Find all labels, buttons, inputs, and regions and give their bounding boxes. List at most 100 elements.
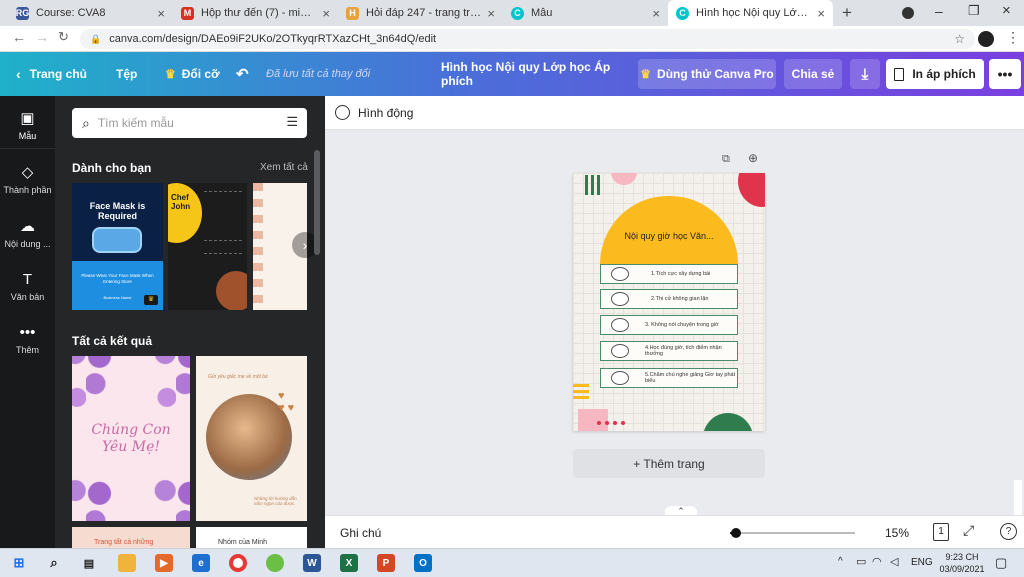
excel-icon[interactable]: X [340, 554, 358, 572]
tab-mau[interactable]: C Mẫu × [503, 0, 668, 26]
rule-item: 5.Chăm chú nghe giảng Giơ tay phát biểu [600, 368, 738, 388]
chrome-icon[interactable] [229, 554, 247, 572]
tray-up-icon[interactable]: ^ [838, 556, 843, 567]
heart-icon: ♥ ♥ ♥ [278, 390, 295, 414]
minimize-icon[interactable]: – [935, 3, 943, 19]
fullscreen-icon[interactable]: ⤢ [963, 522, 974, 539]
rail-label: Thành phần [3, 185, 52, 195]
undo-icon[interactable]: ↶ [236, 52, 249, 96]
template-card-mother[interactable]: Chúng Con Yêu Mẹ! [72, 356, 190, 521]
help-icon[interactable]: ? [1000, 523, 1017, 540]
duplicate-page-icon[interactable]: ⧉ [722, 153, 730, 166]
language-indicator[interactable]: ENG [911, 557, 933, 568]
student-face-icon [611, 292, 629, 306]
rail-uploads[interactable]: ☁ Nội dung ... [0, 218, 55, 249]
task-view-icon[interactable]: ▤ [80, 554, 98, 572]
bottom-bar: Ghi chú 15% 1 ⤢ ? [325, 515, 1024, 548]
download-icon[interactable]: ⤓ [850, 59, 880, 89]
back-icon[interactable]: ← [12, 29, 26, 45]
network-icon[interactable]: ▭ [856, 555, 866, 568]
rail-elements[interactable]: ◇ Thành phần [0, 164, 55, 195]
rail-templates[interactable]: ▣ Mẫu [0, 110, 55, 141]
url-field[interactable]: 🔒 canva.com/design/DAEo9iF2UKo/2OTkyqrRT… [80, 29, 975, 49]
try-pro-button[interactable]: ♛ Dùng thử Canva Pro [638, 59, 776, 89]
resize-button[interactable]: ♛ Đổi cỡ [165, 52, 220, 96]
close-tab-icon[interactable]: × [817, 6, 825, 21]
save-status: Đã lưu tất cả thay đổi [266, 68, 371, 80]
close-tab-icon[interactable]: × [157, 6, 165, 21]
forward-icon[interactable]: → [35, 29, 49, 45]
page-count[interactable]: 1 [933, 523, 949, 541]
tab-course[interactable]: RG Course: CVA8 × [8, 0, 173, 26]
panel-scrollbar[interactable] [314, 150, 320, 255]
template-card-chef-menu[interactable]: Chef John [168, 183, 247, 310]
bookmark-star-icon[interactable]: ☆ [954, 32, 965, 46]
windows-start-icon[interactable]: ⊞ [10, 554, 28, 572]
print-poster-button[interactable]: In áp phích [886, 59, 984, 89]
editor-header: ‹ Trang chủ Tệp ♛ Đổi cỡ ↶ Đã lưu tất cả… [0, 52, 1024, 96]
reload-icon[interactable]: ↻ [58, 29, 69, 45]
template-search-input[interactable]: ⌕ Tìm kiếm mẫu ☰ [72, 108, 307, 138]
canva-favicon-icon: C [511, 6, 524, 20]
volume-icon[interactable]: ◁ [890, 555, 898, 568]
zoom-slider-handle[interactable] [731, 528, 742, 538]
edge-icon[interactable]: e [192, 554, 210, 572]
filter-icon[interactable]: ☰ [286, 114, 298, 130]
template-card-baby[interactable]: Gửi yêu giấc mẹ về một bé ♥ ♥ ♥ Những lời… [196, 356, 307, 521]
search-icon[interactable]: ⌕ [45, 554, 63, 572]
file-explorer-icon[interactable] [118, 554, 136, 572]
app-icon[interactable] [266, 554, 284, 572]
tab-active-design[interactable]: C Hình học Nội quy Lớp học Áp × [668, 0, 833, 26]
tab-search-icon[interactable] [902, 7, 914, 19]
all-results-heading: Tất cả kết quả [72, 334, 153, 348]
home-link[interactable]: ‹ Trang chủ [16, 52, 87, 96]
notifications-icon[interactable]: ▢ [995, 555, 1007, 571]
rule-text: 4.Học đúng giờ, tích điểm nhận thưởng [645, 345, 722, 357]
file-menu-button[interactable]: Tệp [116, 52, 137, 96]
add-page-button[interactable]: + Thêm trang [573, 449, 765, 478]
animate-button[interactable]: Hình động [358, 106, 413, 120]
animate-icon [335, 105, 350, 120]
template-card-next[interactable]: Nhóm của Minh [196, 527, 307, 548]
see-all-link[interactable]: Xem tất cả [260, 162, 308, 173]
notes-button[interactable]: Ghi chú [340, 526, 381, 540]
media-player-icon[interactable]: ▶ [155, 554, 173, 572]
side-rail: ▣ Mẫu ◇ Thành phần ☁ Nội dung ... T Văn … [0, 96, 55, 548]
tab-title: Hình học Nội quy Lớp học Áp [696, 7, 811, 19]
close-window-icon[interactable]: × [1002, 2, 1011, 19]
share-button[interactable]: Chia sẻ [784, 59, 842, 89]
browser-menu-icon[interactable]: ⋮ [1006, 29, 1020, 46]
new-tab-button[interactable]: + [842, 3, 852, 23]
outlook-icon[interactable]: O [414, 554, 432, 572]
word-icon[interactable]: W [303, 554, 321, 572]
clock[interactable]: 9:23 CH 03/09/2021 [937, 551, 987, 575]
tab-gmail[interactable]: M Hộp thư đến (7) - minh.nt.cva × [173, 0, 338, 26]
yellow-stripes [573, 384, 589, 387]
restore-icon[interactable]: ❐ [968, 3, 980, 19]
rail-more[interactable]: ••• Thêm [0, 324, 55, 355]
try-pro-label: Dùng thử Canva Pro [657, 67, 774, 81]
card-footer: Những lời hướng dẫn nắm ngọn của được. [254, 496, 297, 506]
card-note: Gửi yêu giấc mẹ về một bé [208, 374, 268, 380]
rail-label: Văn bản [10, 292, 45, 302]
close-tab-icon[interactable]: × [487, 6, 495, 21]
template-card-face-mask[interactable]: Face Mask is Required Please Wear Your F… [72, 183, 163, 310]
rail-text[interactable]: T Văn bản [0, 271, 55, 302]
workspace-scrollbar[interactable] [1014, 480, 1022, 515]
close-tab-icon[interactable]: × [652, 6, 660, 21]
template-card-next[interactable]: Trang tất cả những [72, 527, 190, 548]
zoom-level[interactable]: 15% [885, 526, 909, 540]
close-tab-icon[interactable]: × [322, 6, 330, 21]
tab-hoidap[interactable]: H Hỏi đáp 247 - trang tra loi × [338, 0, 503, 26]
powerpoint-icon[interactable]: P [377, 554, 395, 572]
more-options-icon[interactable]: ••• [989, 59, 1021, 89]
tab-title: Hộp thư đến (7) - minh.nt.cva [201, 7, 316, 19]
profile-avatar[interactable] [978, 31, 994, 47]
search-icon: ⌕ [82, 114, 90, 131]
poster-page[interactable]: Nội quy giờ học Văn... 1.Tích cực xây dự… [573, 173, 765, 431]
add-page-icon[interactable]: ⊕ [748, 151, 758, 165]
zoom-slider[interactable] [730, 528, 855, 538]
wifi-icon[interactable]: ◠ [872, 555, 882, 568]
mask-icon [92, 227, 142, 253]
document-title[interactable]: Hình học Nội quy Lớp học Áp phích [441, 52, 626, 96]
